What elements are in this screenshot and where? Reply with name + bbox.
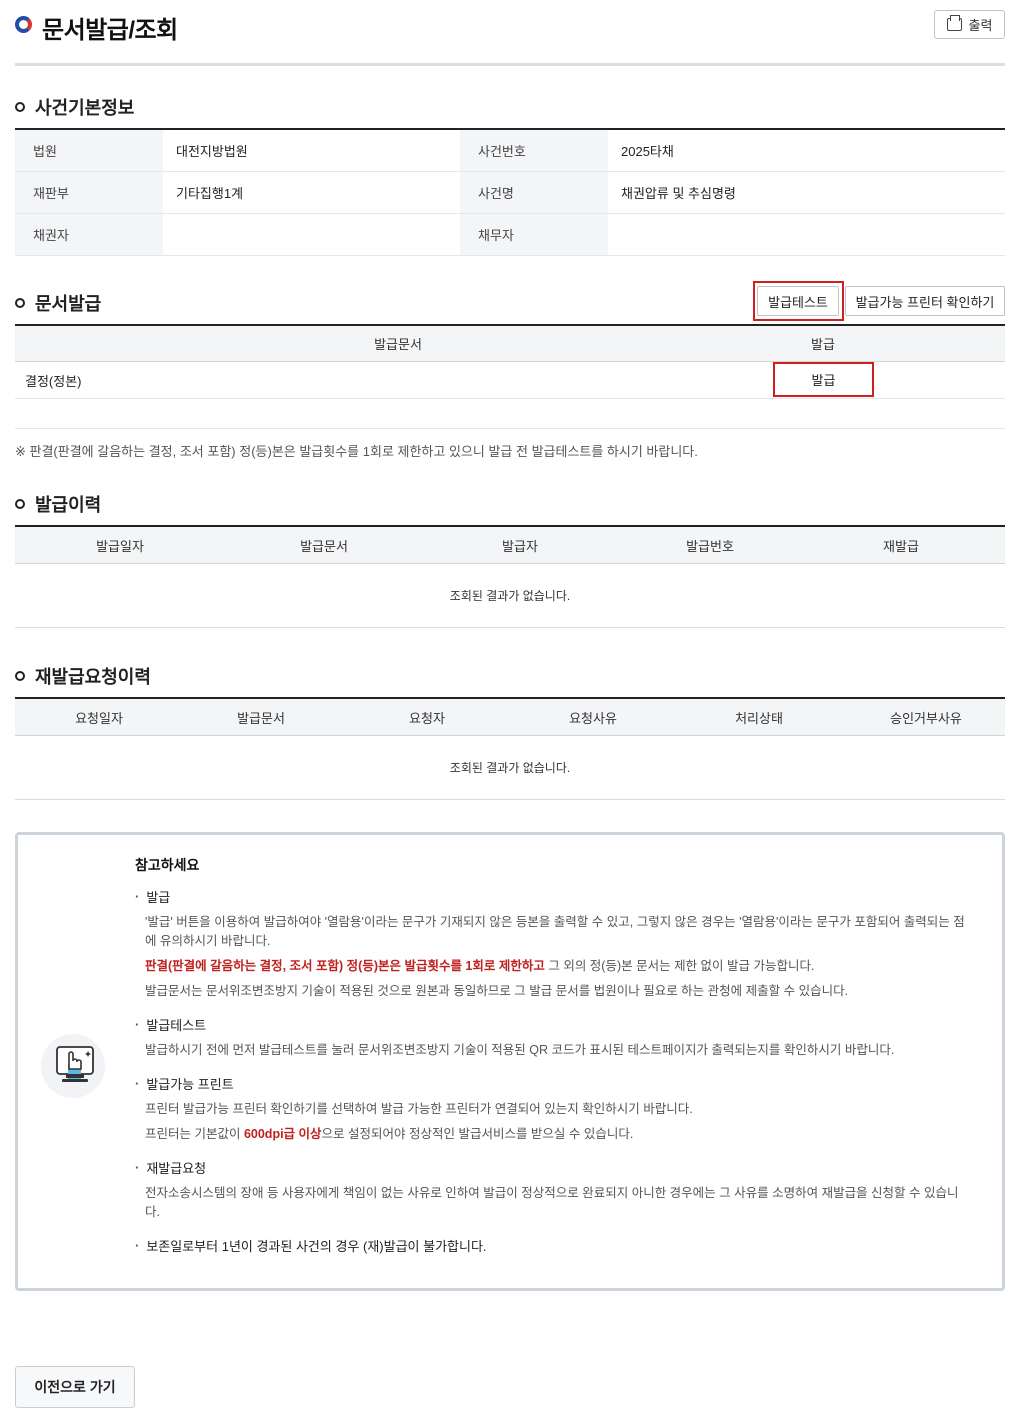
- title-ring-icon: [15, 16, 32, 33]
- case-info-row: 재판부 기타집행1계 사건명 채권압류 및 추심명령: [15, 172, 1005, 214]
- guide-desc: 프린터 발급가능 프린터 확인하기를 선택하여 발급 가능한 프린터가 연결되어…: [145, 1102, 693, 1116]
- print-button-label: 출력: [968, 18, 993, 33]
- back-button[interactable]: 이전으로 가기: [15, 1366, 135, 1408]
- section-title-issuance: 문서발급: [15, 290, 101, 316]
- table-header: 요청일자 발급문서 요청자 요청사유 처리상태 승인거부사유: [15, 699, 1005, 736]
- guide-title: 참고하세요: [135, 857, 200, 873]
- document-name: 결정(정본): [25, 373, 82, 389]
- guide-desc-pre: 프린터는 기본값이: [145, 1127, 244, 1141]
- empty-result: 조회된 결과가 없습니다.: [15, 564, 1005, 628]
- column-header: 발급일자: [96, 538, 144, 554]
- info-value: 기타집행1계: [176, 186, 244, 201]
- guide-warning: 600dpi급 이상: [243, 1127, 322, 1141]
- column-header: 승인거부사유: [890, 710, 962, 726]
- issue-button[interactable]: 발급: [778, 366, 869, 393]
- page-header: 문서발급/조회 출력: [15, 0, 1005, 66]
- guide-item-title: 발급: [135, 887, 965, 906]
- column-header: 발급자: [502, 538, 538, 554]
- guide-item-issue: 발급 '발급' 버튼을 이용하여 발급하여야 '열람용'이라는 문구가 기재되지…: [135, 887, 965, 1001]
- guide-desc: 프린터는 기본값이 600dpi급 이상으로 설정되어야 정상적인 발급서비스를…: [135, 1125, 965, 1144]
- printer-icon: [946, 15, 962, 31]
- info-value: [608, 214, 1005, 255]
- column-header: 처리상태: [735, 710, 783, 726]
- guide-item-title: 발급테스트: [135, 1015, 965, 1034]
- circle-bullet-icon: [15, 298, 25, 308]
- guide-item-test: 발급테스트 발급하시기 전에 먼저 발급테스트를 눌러 문서위조변조방지 기술이…: [135, 1015, 965, 1060]
- case-info-row: 채권자 채무자: [15, 214, 1005, 256]
- column-header: 재발급: [883, 538, 919, 554]
- info-value: 대전지방법원: [176, 144, 248, 159]
- info-label: 법원: [15, 130, 163, 171]
- info-value: [163, 214, 460, 255]
- touch-screen-icon: [41, 1034, 105, 1098]
- guide-desc: 발급하시기 전에 먼저 발급테스트를 눌러 문서위조변조방지 기술이 적용된 Q…: [145, 1043, 895, 1057]
- guide-desc: 발급문서는 문서위조변조방지 기술이 적용된 것으로 원본과 동일하므로 그 발…: [145, 984, 849, 998]
- guide-content: 참고하세요 발급 '발급' 버튼을 이용하여 발급하여야 '열람용'이라는 문구…: [135, 855, 965, 1269]
- section-title-reissue: 재발급요청이력: [15, 663, 151, 689]
- divider: [15, 428, 1005, 429]
- info-label: 채권자: [15, 214, 163, 255]
- info-value: 채권압류 및 추심명령: [621, 186, 736, 201]
- info-value: 2025타채: [621, 144, 674, 159]
- circle-bullet-icon: [15, 671, 25, 681]
- column-header: 발급번호: [686, 538, 734, 554]
- table-header: 발급문서 발급: [15, 326, 1005, 362]
- table-header: 발급일자 발급문서 발급자 발급번호 재발급: [15, 527, 1005, 564]
- info-label: 재판부: [15, 172, 163, 213]
- check-printer-button[interactable]: 발급가능 프린터 확인하기: [845, 286, 1005, 316]
- issue-test-button[interactable]: 발급테스트: [757, 286, 839, 316]
- empty-result: 조회된 결과가 없습니다.: [15, 736, 1005, 800]
- guide-item-reissue: 재발급요청 전자소송시스템의 장애 등 사용자에게 책임이 없는 사유로 인하여…: [135, 1158, 965, 1222]
- guide-item-title: 발급가능 프린트: [135, 1074, 965, 1093]
- section-title-history: 발급이력: [15, 491, 101, 517]
- column-header: 요청일자: [75, 710, 123, 726]
- page-title: 문서발급/조회: [42, 17, 178, 44]
- issuance-notice: ※ 판결(판결에 갈음하는 결정, 조서 포함) 정(등)본은 발급횟수를 1회…: [15, 444, 698, 459]
- circle-bullet-icon: [15, 499, 25, 509]
- guide-item-retention: 보존일로부터 1년이 경과된 사건의 경우 (재)발급이 불가합니다.: [135, 1236, 965, 1255]
- column-header: 발급문서: [374, 337, 422, 352]
- column-header: 요청자: [409, 710, 445, 726]
- section-title-text: 사건기본정보: [35, 98, 135, 118]
- info-label: 사건번호: [460, 130, 608, 171]
- section-title-case-info: 사건기본정보: [15, 94, 134, 120]
- section-title-text: 발급이력: [35, 495, 102, 515]
- case-info-table: 법원 대전지방법원 사건번호 2025타채 재판부 기타집행1계 사건명 채권압…: [15, 128, 1005, 256]
- guide-item-title: 보존일로부터 1년이 경과된 사건의 경우 (재)발급이 불가합니다.: [135, 1236, 965, 1255]
- guide-warning: 판결(판결에 갈음하는 결정, 조서 포함) 정(등)본은 발급횟수를 1회로 …: [145, 959, 545, 973]
- guide-desc: 전자소송시스템의 장애 등 사용자에게 책임이 없는 사유로 인하여 발급이 정…: [145, 1186, 959, 1219]
- guide-desc: '발급' 버튼을 이용하여 발급하여야 '열람용'이라는 문구가 기재되지 않은…: [145, 915, 965, 948]
- guide-box: 참고하세요 발급 '발급' 버튼을 이용하여 발급하여야 '열람용'이라는 문구…: [15, 832, 1005, 1291]
- column-header: 발급: [811, 337, 835, 352]
- case-info-row: 법원 대전지방법원 사건번호 2025타채: [15, 130, 1005, 172]
- section-title-text: 문서발급: [35, 294, 102, 314]
- section-title-text: 재발급요청이력: [35, 667, 151, 687]
- guide-item-printer: 발급가능 프린트 프린터 발급가능 프린터 확인하기를 선택하여 발급 가능한 …: [135, 1074, 965, 1144]
- guide-item-title: 재발급요청: [135, 1158, 965, 1177]
- info-label: 채무자: [460, 214, 608, 255]
- history-table: 발급일자 발급문서 발급자 발급번호 재발급 조회된 결과가 없습니다.: [15, 525, 1005, 628]
- info-label: 사건명: [460, 172, 608, 213]
- column-header: 발급문서: [300, 538, 348, 554]
- guide-desc: 판결(판결에 갈음하는 결정, 조서 포함) 정(등)본은 발급횟수를 1회로 …: [135, 957, 965, 976]
- guide-desc-rest: 그 외의 정(등)본 문서는 제한 없이 발급 가능합니다.: [544, 959, 815, 973]
- circle-bullet-icon: [15, 102, 25, 112]
- column-header: 요청사유: [569, 710, 617, 726]
- reissue-table: 요청일자 발급문서 요청자 요청사유 처리상태 승인거부사유 조회된 결과가 없…: [15, 697, 1005, 800]
- column-header: 발급문서: [237, 710, 285, 726]
- print-button[interactable]: 출력: [934, 10, 1005, 39]
- guide-desc-post: 으로 설정되어야 정상적인 발급서비스를 받으실 수 있습니다.: [321, 1127, 634, 1141]
